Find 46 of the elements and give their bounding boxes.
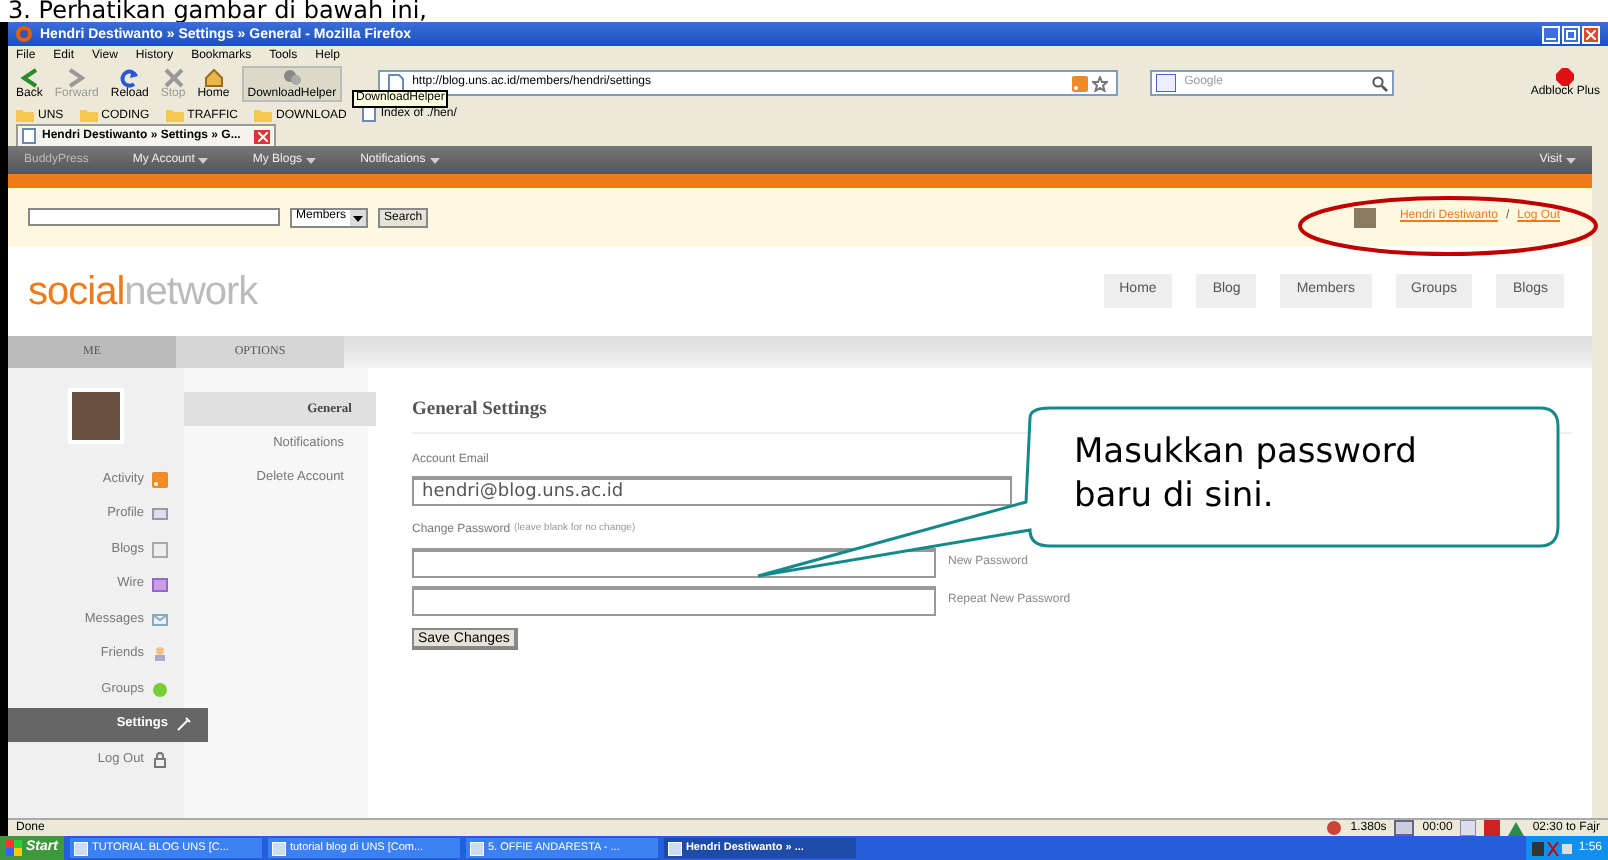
caret-icon (1566, 157, 1576, 163)
password-field[interactable] (412, 548, 936, 579)
close-icon (257, 131, 267, 141)
close-icon (1586, 29, 1596, 39)
window-icon (73, 841, 88, 855)
stop-sign-icon (1556, 68, 1575, 86)
feed-icon (152, 471, 168, 488)
envelope-icon (152, 611, 168, 628)
document-caption: 3. Perhatikan gambar di bawah ini, (6, 0, 429, 22)
caret-icon (429, 157, 440, 163)
reload-icon (119, 67, 140, 87)
tray-icons-drawing (1532, 841, 1573, 855)
maximize-button[interactable] (1562, 25, 1580, 43)
person-icon (152, 646, 168, 663)
document-icon (152, 541, 168, 558)
password-field[interactable] (412, 586, 936, 617)
window-icon (469, 841, 484, 855)
card-icon (152, 506, 168, 523)
maximize-icon (1566, 29, 1576, 39)
profile-photo-placeholder (68, 388, 124, 444)
search-input[interactable] (28, 208, 280, 226)
feed-icon (1072, 75, 1089, 91)
screen-icon (152, 576, 168, 593)
avatar-photo-placeholder (1353, 207, 1376, 227)
close-button[interactable] (1582, 25, 1600, 43)
window-icon (667, 841, 682, 855)
gauge-icon (1326, 820, 1343, 836)
close-tab-button[interactable] (254, 129, 270, 143)
padlock-icon (152, 751, 168, 768)
email-field[interactable]: hendri@blog.uns.ac.id (412, 476, 1012, 507)
dropdown-caret-icon (350, 209, 367, 225)
search-engine-icon (1156, 74, 1177, 92)
wrench-icon (176, 716, 192, 733)
callout-text: Masukkan password baru di sini. (1074, 430, 1419, 518)
page-icon (22, 128, 36, 144)
window-icon (271, 841, 286, 855)
star-icon (1092, 75, 1109, 91)
site-logo: socialnetwork (28, 271, 258, 311)
firefox-icon (16, 26, 32, 42)
caret-icon (306, 157, 317, 163)
home-icon (203, 67, 224, 87)
windows-logo-icon (6, 840, 22, 856)
stop-icon (163, 67, 184, 87)
minimize-button[interactable] (1542, 25, 1560, 43)
search-icon (1372, 75, 1389, 91)
caret-icon (198, 157, 209, 163)
